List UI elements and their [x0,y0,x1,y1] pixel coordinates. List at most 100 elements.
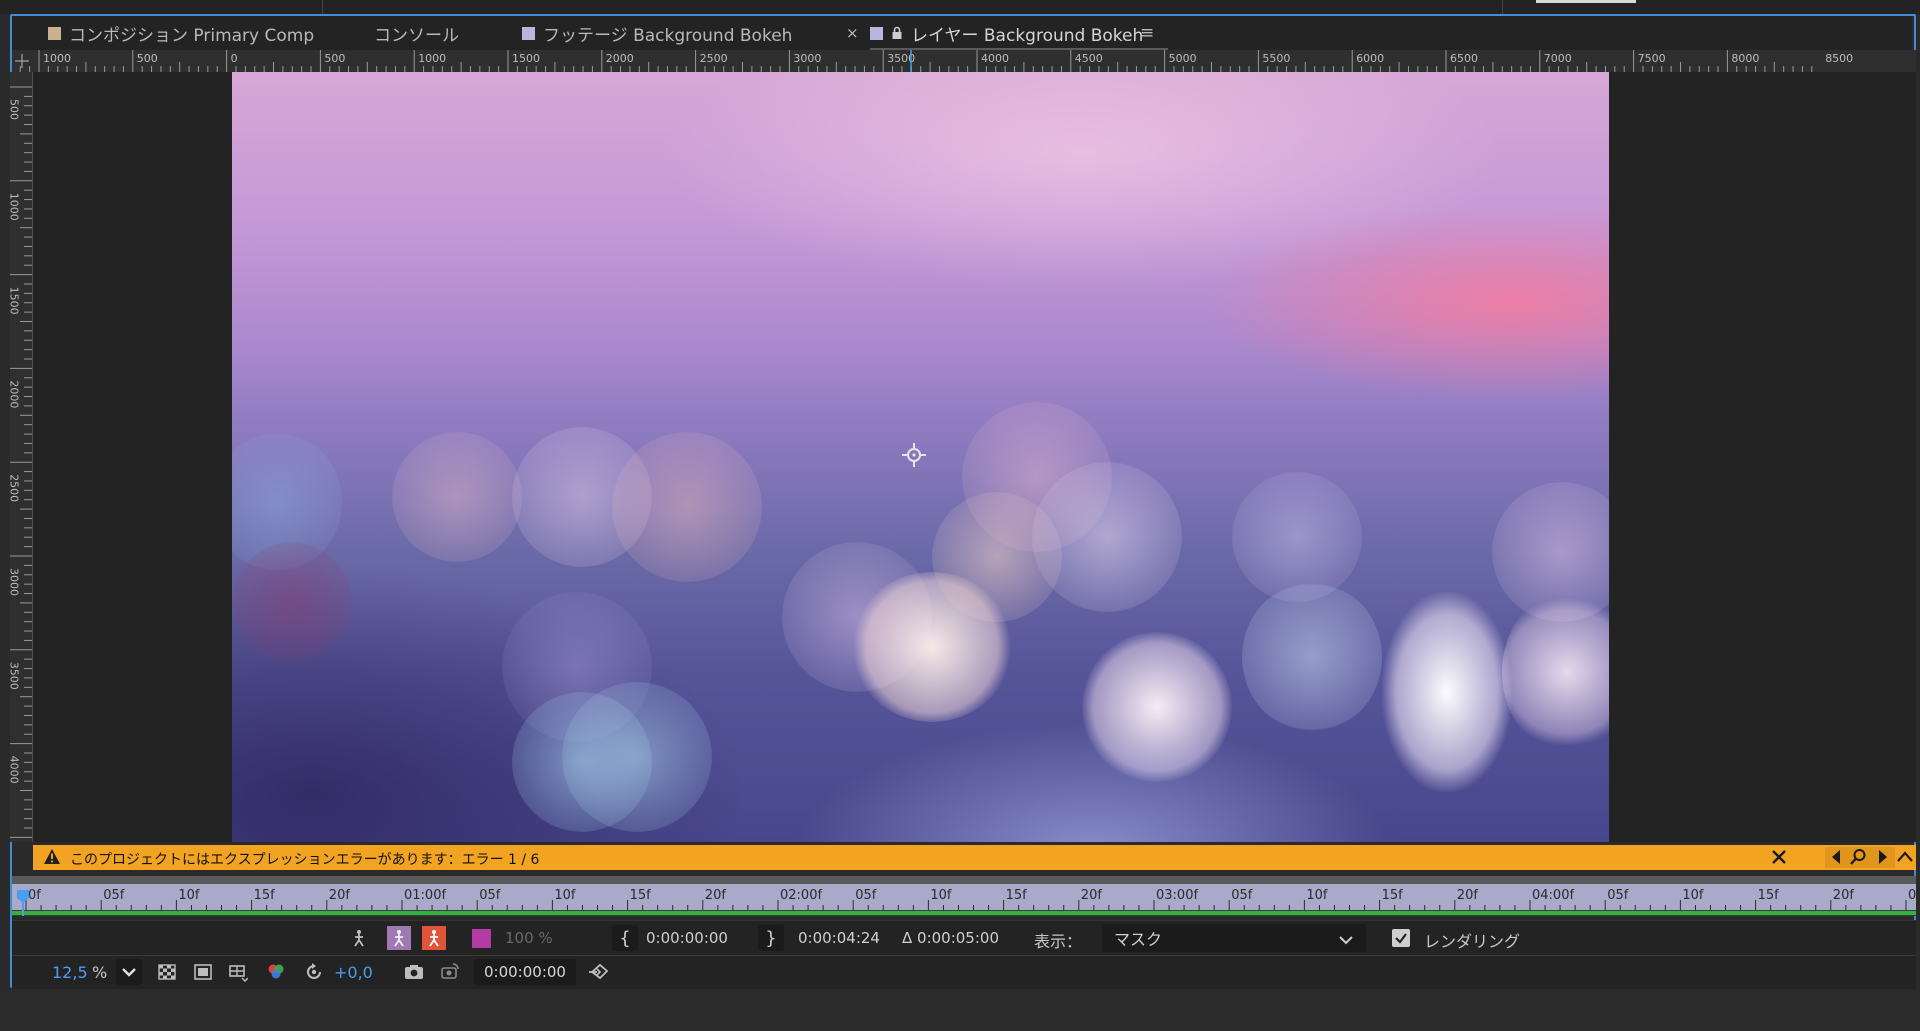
exposure-value[interactable]: +0,0 [334,963,373,982]
bokeh-light [1242,582,1382,732]
time-tick-label: 04:00f [1532,888,1574,903]
ruler-label: 4000 [981,52,1009,65]
opacity-readout: 100 % [505,929,553,947]
horizontal-ruler[interactable]: 1000 500 0 500 1000 1500 2000 2500 3000 3500 4000 4… [12,50,1916,73]
time-tick-label: 05f [855,888,877,903]
safe-area-icon[interactable] [192,961,214,983]
time-tick-label: 15f [630,888,652,903]
ruler-label: 6500 [1450,52,1478,65]
ruler-label: 0 [231,52,238,65]
tab-bar: コンポジション Primary Comp コンソール フッテージ Backgro… [12,16,1912,50]
toggle-view-icon[interactable] [586,959,612,985]
bokeh-light [392,432,522,562]
ruler-label: 8000 [1731,52,1759,65]
time-tick-label: 20f [1081,888,1103,903]
view-label: 表示： [1034,932,1083,951]
checkerboard-icon[interactable] [156,961,178,983]
set-out-point-button[interactable]: } [758,925,784,951]
time-tick-label: 20f [705,888,727,903]
time-tick-label: 20f [1457,888,1479,903]
time-ruler-ticks: 0f 05f 10f 15f 20f 01:00f 05f 10f 15f 20f 02:00f 05… [12,876,1920,915]
time-tick-label: 15f [254,888,276,903]
ruler-label: 500 [324,52,345,65]
set-in-point-button[interactable]: { [612,925,638,951]
color-label-icon[interactable] [472,929,491,948]
panel-menu-icon[interactable]: ≡ [1140,16,1154,50]
in-point-time[interactable]: 0:00:00:00 [646,929,728,947]
render-checkbox[interactable] [1392,929,1410,947]
time-tick-label: 20f [1833,888,1855,903]
time-tick-label: 05f [1231,888,1253,903]
ruler-label: 1000 [43,52,71,65]
ruler-label: 8500 [1825,52,1853,65]
next-error-icon[interactable] [1876,849,1890,869]
solo-icon[interactable] [387,926,411,950]
time-tick-label: 05f [103,888,125,903]
snapshot-icon[interactable] [402,960,426,984]
grid-icon[interactable] [226,960,250,984]
bokeh-light [562,682,712,832]
time-tick-label: 15f [1382,888,1404,903]
close-icon[interactable] [1770,848,1788,866]
motion-blur-icon[interactable] [422,926,446,950]
ruler-label: 6000 [1356,52,1384,65]
magnification-unit: % [92,963,108,982]
ruler-label: 500 [137,52,158,65]
work-area-bar [12,876,1916,884]
out-point-time[interactable]: 0:00:04:24 [798,929,880,947]
magnification-dropdown[interactable] [116,959,142,985]
panel-indicator [1536,0,1636,3]
tab-layer-background-bokeh[interactable]: レイヤー Background Bokeh [870,16,1168,50]
anchor-point-icon[interactable] [900,441,928,469]
shy-icon[interactable] [348,927,370,949]
viewer-controls-row: 12,5 % +0,0 0:00:00:00 [12,955,1916,989]
ruler-label: 1000 [10,193,21,221]
tab-footage-background-bokeh[interactable]: フッテージ Background Bokeh [522,16,792,50]
tab-label: レイヤー Background Bokeh [911,25,1144,46]
magnification-value[interactable]: 12,5 [52,963,88,982]
warning-icon [43,848,61,870]
time-tick-label: 10f [930,888,952,903]
ruler-origin-icon[interactable] [12,52,32,70]
vertical-ruler-ticks: 500100015002000250030003500400045 [10,86,32,838]
divider [322,0,323,14]
collapse-bar-icon[interactable] [1895,849,1915,869]
expression-error-bar[interactable]: このプロジェクトにはエクスプレッションエラーがあります：エラー 1 / 6 [33,845,1916,870]
time-tick-label: 01:00f [404,888,446,903]
channels-icon[interactable] [264,960,288,984]
reveal-expression-icon[interactable] [1849,848,1867,870]
view-select[interactable]: マスク [1102,924,1366,952]
ruler-label: 5500 [1262,52,1290,65]
lock-icon[interactable] [891,26,903,40]
tab-label: フッテージ Background Bokeh [543,25,793,46]
show-snapshot-icon[interactable] [438,959,462,983]
close-tab-button[interactable]: × [846,16,859,50]
ruler-label: 2500 [700,52,728,65]
previous-error-icon[interactable] [1829,849,1843,869]
current-time-indicator[interactable] [16,890,30,920]
layer-duration-bar [12,911,1916,915]
time-tick-label: 05f [479,888,501,903]
chevron-down-icon [122,968,136,977]
ruler-label: 4000 [10,756,21,784]
vertical-ruler[interactable]: 500100015002000250030003500400045 [10,72,33,842]
tab-console[interactable]: コンソール [374,16,459,50]
ruler-label: 3500 [10,662,21,690]
bokeh-light [612,432,762,582]
label-color-swatch [48,26,61,40]
current-time-display[interactable]: 0:00:00:00 [474,959,576,985]
time-tick-label: 10f [554,888,576,903]
time-tick-label: 05:0 [1908,888,1916,903]
time-ruler-band [12,884,1916,910]
time-ruler[interactable]: 0f 05f 10f 15f 20f 01:00f 05f 10f 15f 20f 02:00f 05… [12,876,1920,916]
layer-viewer[interactable] [33,72,1916,842]
time-tick-label: 20f [329,888,351,903]
reset-exposure-icon[interactable] [302,960,326,984]
ruler-label: 1500 [512,52,540,65]
divider [1502,0,1503,14]
bokeh-light [232,542,352,662]
ruler-label: 7500 [1638,52,1666,65]
tab-primary-comp[interactable]: コンポジション Primary Comp [48,16,314,50]
ruler-label: 2000 [10,380,21,408]
bottom-strip [0,990,1920,1031]
